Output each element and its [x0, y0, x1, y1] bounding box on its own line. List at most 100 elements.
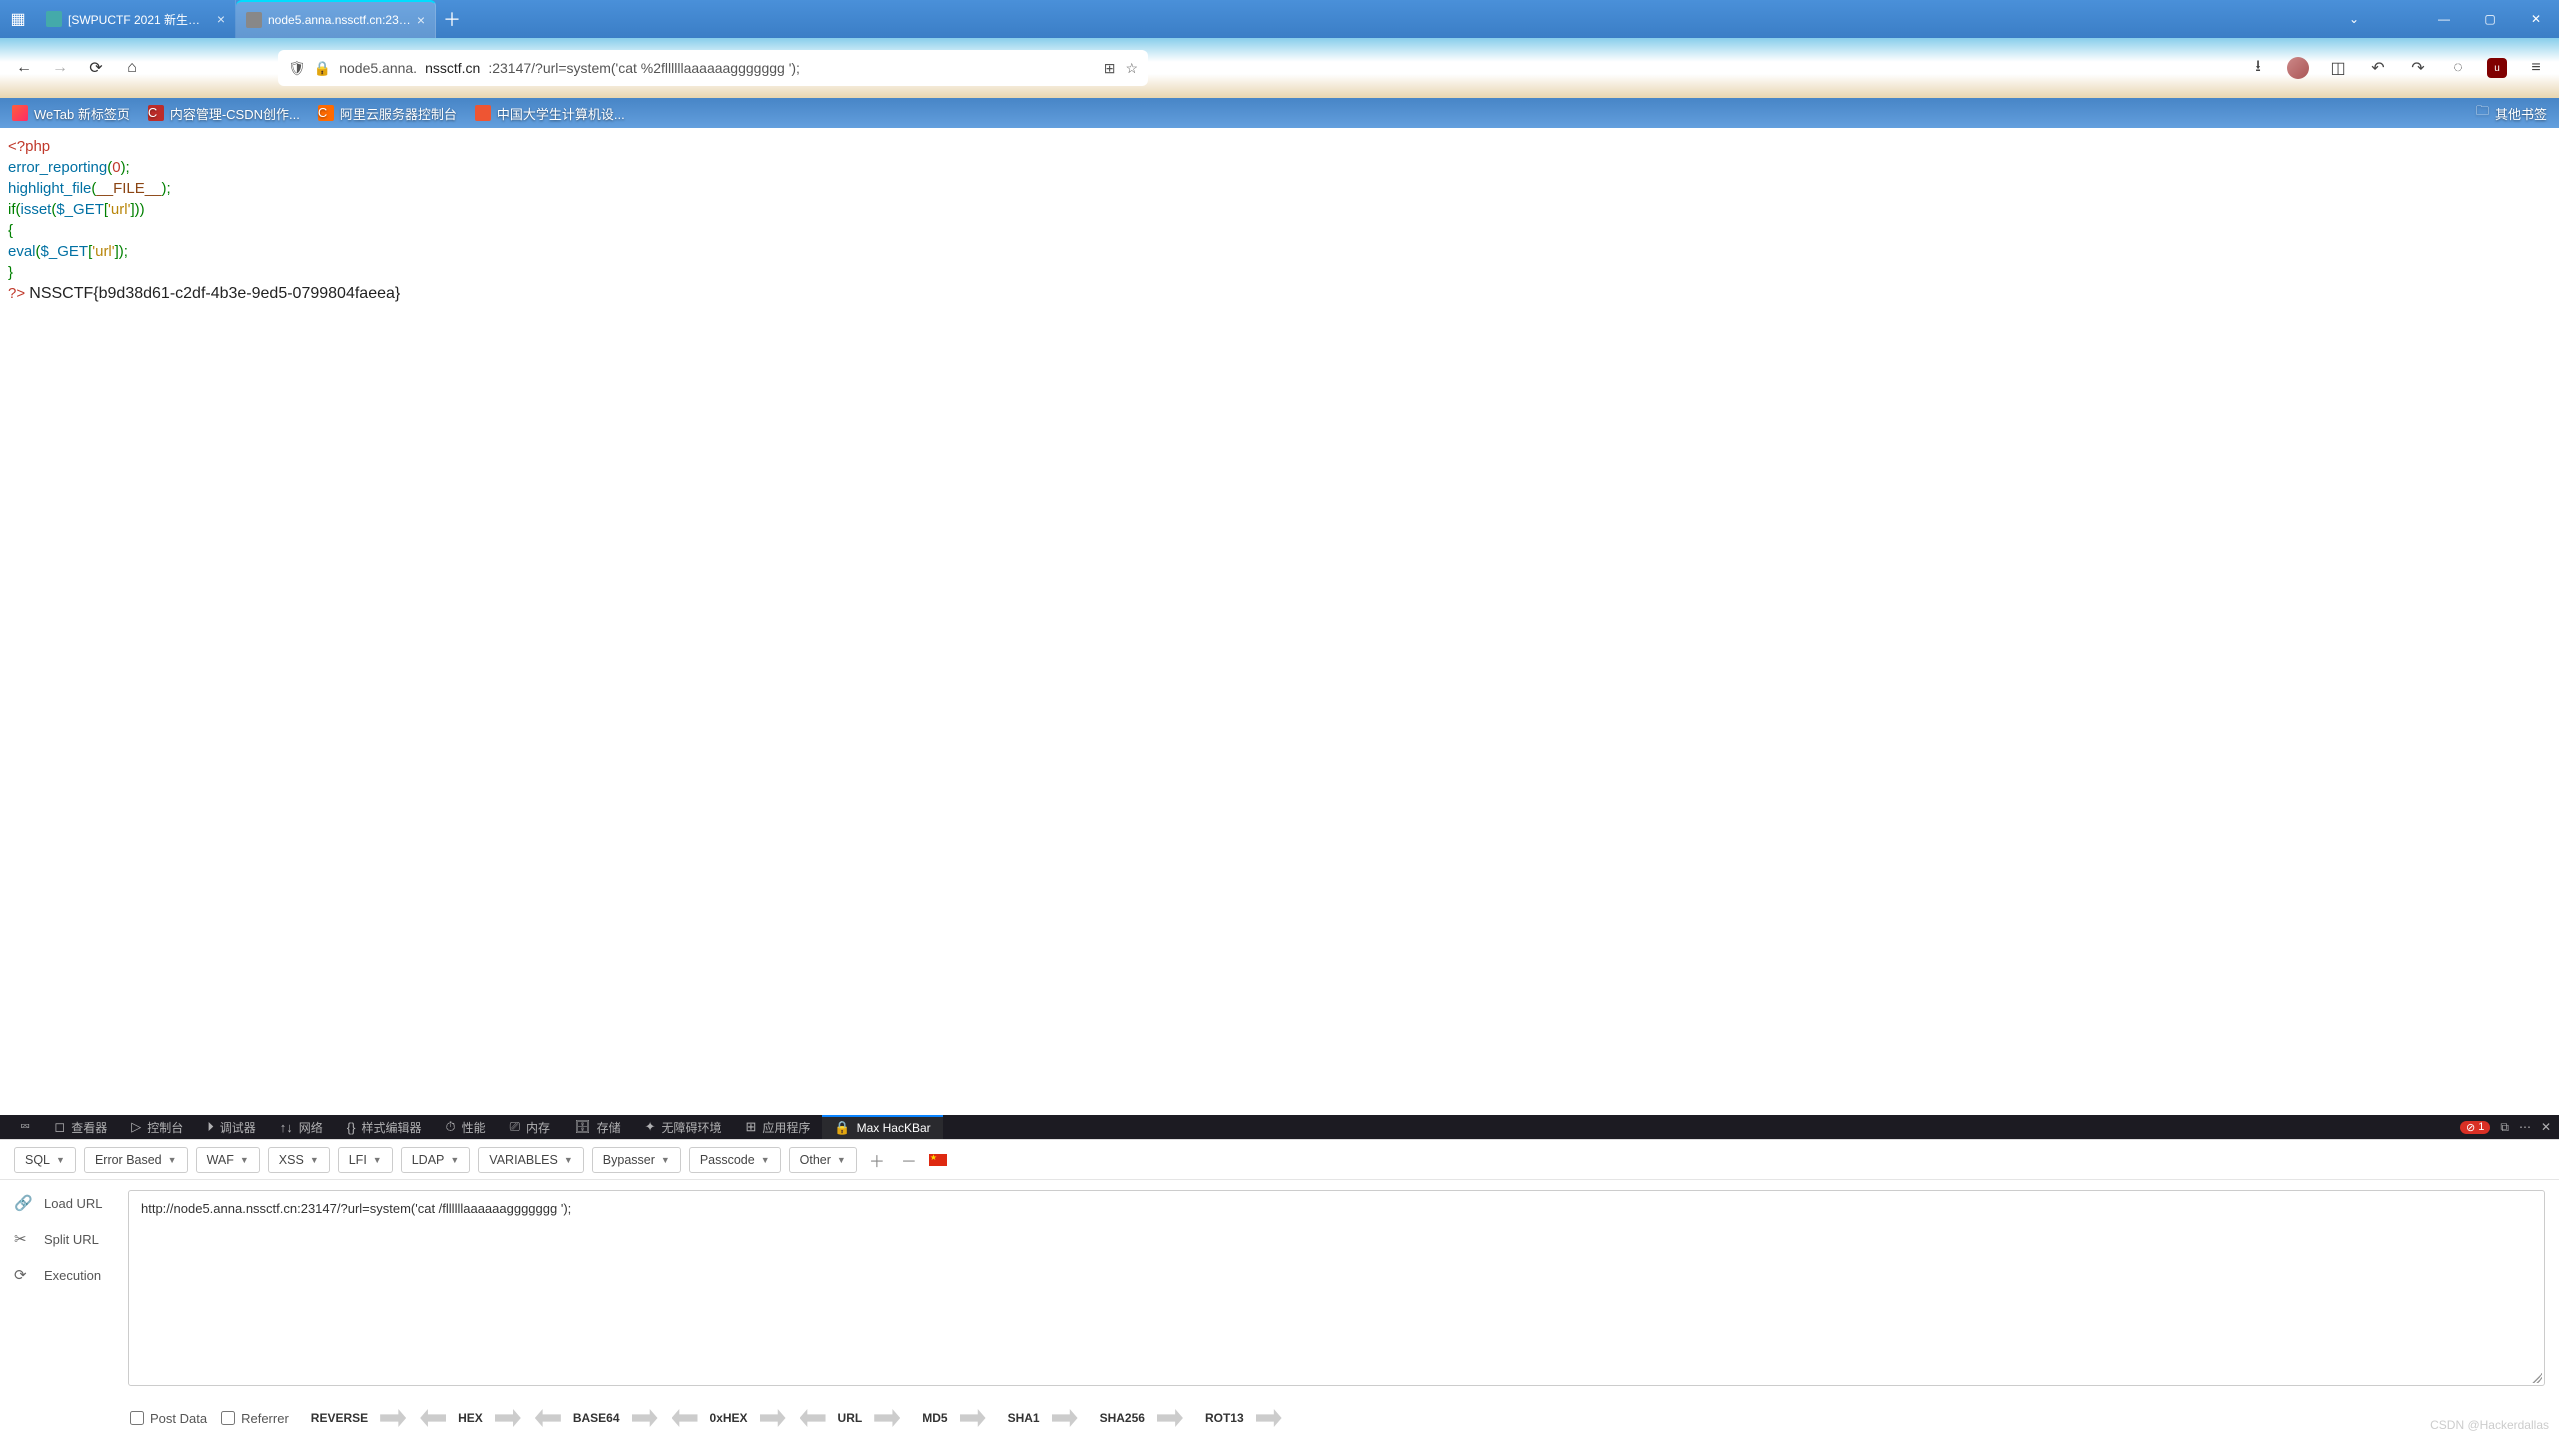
- post-data-checkbox[interactable]: Post Data: [130, 1411, 207, 1426]
- dt-tab-network[interactable]: ↑↓网络: [268, 1115, 335, 1139]
- aliyun-icon: C: [318, 105, 334, 121]
- add-button[interactable]: ＋: [865, 1148, 889, 1172]
- undo-icon[interactable]: ↶: [2367, 57, 2389, 79]
- enc-label: SHA1: [1000, 1407, 1048, 1429]
- hackbar-url-input[interactable]: http://node5.anna.nssctf.cn:23147/?url=s…: [128, 1190, 2545, 1386]
- enc-md5[interactable]: MD5: [914, 1407, 985, 1429]
- enc-hex[interactable]: HEX: [420, 1407, 521, 1429]
- dt-tab-memory[interactable]: ⎚内存: [498, 1115, 562, 1139]
- enc-rot13[interactable]: ROT13: [1197, 1407, 1282, 1429]
- dt-tab-hackbar[interactable]: 🔒Max HacKBar: [822, 1115, 942, 1139]
- menu-ldap[interactable]: LDAP▼: [401, 1147, 471, 1173]
- url-prefix: node5.anna.: [339, 60, 417, 76]
- dt-error-badge[interactable]: ⊘1: [2460, 1121, 2490, 1134]
- url-toolbar: ← → ⟳ ⌂ 🛡 🔒 node5.anna.nssctf.cn:23147/?…: [0, 38, 2559, 98]
- tab-node5[interactable]: node5.anna.nssctf.cn:23147/?url ×: [236, 0, 436, 38]
- dt-tab-console[interactable]: ▷控制台: [119, 1115, 195, 1139]
- flag-output: NSSCTF{b9d38d61-c2df-4b3e-9ed5-0799804fa…: [29, 285, 400, 302]
- menu-sql[interactable]: SQL▼: [14, 1147, 76, 1173]
- menu-lfi[interactable]: LFI▼: [338, 1147, 393, 1173]
- tab-swpuctf[interactable]: [SWPUCTF 2021 新生赛]easy ×: [36, 0, 236, 38]
- account-avatar[interactable]: [2287, 57, 2309, 79]
- menu-variables[interactable]: VARIABLES▼: [478, 1147, 583, 1173]
- execution-button[interactable]: ⟳Execution: [14, 1266, 114, 1284]
- dt-picker-icon[interactable]: ⮹: [8, 1115, 42, 1139]
- dt-more-icon[interactable]: ⋯: [2519, 1120, 2531, 1134]
- home-button[interactable]: ⌂: [120, 56, 144, 80]
- enc-url[interactable]: URL: [800, 1407, 901, 1429]
- close-icon[interactable]: ×: [217, 11, 225, 27]
- arrow-right-icon: [1157, 1409, 1183, 1427]
- forward-button[interactable]: →: [48, 56, 72, 80]
- menu-other[interactable]: Other▼: [789, 1147, 857, 1173]
- bookmark-label: WeTab 新标签页: [34, 104, 130, 123]
- menu-passcode[interactable]: Passcode▼: [689, 1147, 781, 1173]
- hackbar-panel: SQL▼ Error Based▼ WAF▼ XSS▼ LFI▼ LDAP▼ V…: [0, 1139, 2559, 1440]
- close-icon[interactable]: ×: [417, 12, 425, 28]
- enc-base64[interactable]: BASE64: [535, 1407, 658, 1429]
- new-tab-button[interactable]: ＋: [436, 0, 468, 38]
- kw-if: if: [8, 201, 16, 218]
- dt-tab-inspector[interactable]: ◻查看器: [42, 1115, 119, 1139]
- enc-sha1[interactable]: SHA1: [1000, 1407, 1078, 1429]
- check-label: Post Data: [150, 1411, 207, 1426]
- enc-sha256[interactable]: SHA256: [1092, 1407, 1183, 1429]
- bookmark-aliyun[interactable]: C阿里云服务器控制台: [318, 104, 457, 123]
- dt-tab-application[interactable]: ⊞应用程序: [734, 1115, 823, 1139]
- tab-label: [SWPUCTF 2021 新生赛]easy: [68, 11, 211, 28]
- menu-errorbased[interactable]: Error Based▼: [84, 1147, 188, 1173]
- remove-button[interactable]: －: [897, 1148, 921, 1172]
- extension-icon[interactable]: ◫: [2327, 57, 2349, 79]
- referrer-checkbox[interactable]: Referrer: [221, 1411, 289, 1426]
- menu-icon[interactable]: ≡: [2525, 57, 2547, 79]
- dt-dock-icon[interactable]: ⧉: [2500, 1120, 2509, 1135]
- minimize-button[interactable]: ―: [2421, 0, 2467, 38]
- fn-highlight-file: highlight_file: [8, 180, 91, 197]
- arrow-right-icon: [632, 1409, 658, 1427]
- dt-tab-a11y[interactable]: ✦无障碍环境: [633, 1115, 734, 1139]
- dt-tab-debugger[interactable]: ⏵调试器: [195, 1115, 268, 1139]
- enc-reverse[interactable]: REVERSE: [303, 1407, 406, 1429]
- url-domain: nssctf.cn: [425, 60, 480, 76]
- firefox-menu-icon[interactable]: ▦: [0, 0, 36, 38]
- bookmark-wetab[interactable]: WeTab 新标签页: [12, 104, 130, 123]
- favicon-icon: [246, 12, 262, 28]
- bookmark-csdn[interactable]: C内容管理-CSDN创作...: [148, 104, 300, 123]
- bookmark-cn[interactable]: 中国大学生计算机设...: [475, 104, 625, 123]
- action-label: Split URL: [44, 1232, 99, 1247]
- dt-close-icon[interactable]: ✕: [2541, 1120, 2551, 1134]
- ublock-icon[interactable]: u: [2487, 58, 2507, 78]
- split-url-button[interactable]: ✂Split URL: [14, 1230, 114, 1248]
- dt-tab-storage[interactable]: 🗄存储: [562, 1115, 633, 1139]
- dt-label: 控制台: [147, 1119, 183, 1136]
- close-window-button[interactable]: ✕: [2513, 0, 2559, 38]
- menu-bypasser[interactable]: Bypasser▼: [592, 1147, 681, 1173]
- menu-label: LFI: [349, 1153, 367, 1167]
- other-bookmarks[interactable]: 🗀其他书签: [2476, 102, 2547, 124]
- bookmark-star-icon[interactable]: ☆: [1125, 60, 1138, 77]
- arrow-right-icon: [960, 1409, 986, 1427]
- flag-cn-icon[interactable]: [929, 1154, 947, 1166]
- load-url-button[interactable]: 🔗Load URL: [14, 1194, 114, 1212]
- dt-tab-style[interactable]: {}样式编辑器: [335, 1115, 434, 1139]
- qr-icon[interactable]: ⊞: [1104, 60, 1116, 77]
- maximize-button[interactable]: ▢: [2467, 0, 2513, 38]
- menu-xss[interactable]: XSS▼: [268, 1147, 330, 1173]
- shield-icon[interactable]: 🛡: [288, 60, 306, 77]
- lock-icon[interactable]: 🔒: [314, 60, 331, 77]
- fn-error-reporting: error_reporting: [8, 159, 107, 176]
- record-icon[interactable]: ◌: [2447, 57, 2469, 79]
- devtools-tabbar: ⮹ ◻查看器 ▷控制台 ⏵调试器 ↑↓网络 {}样式编辑器 ⏱性能 ⎚内存 🗄存…: [0, 1115, 2559, 1139]
- reload-button[interactable]: ⟳: [84, 56, 108, 80]
- address-bar[interactable]: 🛡 🔒 node5.anna.nssctf.cn:23147/?url=syst…: [278, 50, 1148, 86]
- redo-icon[interactable]: ↷: [2407, 57, 2429, 79]
- enc-0xhex[interactable]: 0xHEX: [672, 1407, 786, 1429]
- action-label: Execution: [44, 1268, 101, 1283]
- menu-waf[interactable]: WAF▼: [196, 1147, 260, 1173]
- link-icon: 🔗: [14, 1194, 30, 1212]
- dt-tab-perf[interactable]: ⏱性能: [433, 1115, 497, 1139]
- tabs-dropdown-icon[interactable]: ⌄: [2349, 0, 2359, 38]
- downloads-icon[interactable]: ⭳: [2247, 57, 2269, 79]
- back-button[interactable]: ←: [12, 56, 36, 80]
- enc-label: HEX: [450, 1407, 491, 1429]
